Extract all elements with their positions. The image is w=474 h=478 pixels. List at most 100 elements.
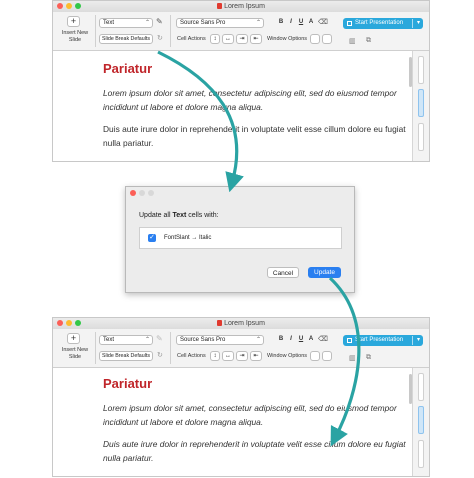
- font-select-value: Source Sans Pro: [180, 20, 226, 26]
- cell-action-move-button[interactable]: ↕: [210, 351, 220, 361]
- style-select-value: Text: [103, 20, 115, 26]
- toolbar-divider: [170, 15, 171, 47]
- italic-button[interactable]: I: [287, 336, 295, 342]
- start-presentation-label: Start Presentation: [355, 337, 404, 343]
- window-title: Lorem Ipsum: [53, 1, 429, 12]
- option-list: ✓ FontSlant → Italic: [139, 227, 342, 249]
- paragraph-1: Lorem ipsum dolor sit amet, consectetur …: [103, 88, 397, 112]
- start-presentation-button[interactable]: Start Presentation ▾: [343, 18, 423, 29]
- font-select[interactable]: Source Sans Pro ⌃: [176, 18, 264, 28]
- cell-action-expand-button[interactable]: ↔: [222, 34, 234, 44]
- chevron-down-icon[interactable]: ▾: [417, 18, 420, 29]
- trash-icon[interactable]: ▥: [349, 37, 356, 45]
- dialog-title: Update all Text cells with:: [139, 212, 219, 219]
- slide-break-defaults-button[interactable]: Slide Break Defaults: [99, 351, 153, 361]
- insert-slide-button[interactable]: +: [67, 333, 80, 344]
- document-icon: [217, 3, 223, 9]
- start-presentation-label: Start Presentation: [355, 20, 404, 26]
- style-select[interactable]: Text ⌃: [99, 18, 153, 28]
- slide-sidebar: [412, 368, 429, 476]
- update-button[interactable]: Update: [308, 267, 341, 278]
- slide-thumb-active[interactable]: [418, 89, 424, 117]
- presentation-icon: [347, 338, 352, 343]
- fade-overlay: [53, 460, 429, 476]
- heading: Pariatur: [103, 376, 153, 391]
- chevron-down-icon[interactable]: ▾: [417, 335, 420, 346]
- font-color-button[interactable]: A: [307, 19, 315, 25]
- cell-action-move-button[interactable]: ↕: [210, 34, 220, 44]
- duplicate-icon[interactable]: ⧉: [366, 37, 371, 45]
- toolbar: + Insert New Slide Text ⌃ ✎ Slide Break D…: [53, 329, 429, 368]
- toolbar-divider: [170, 332, 171, 364]
- refresh-icon[interactable]: ↻: [157, 34, 163, 42]
- cell-action-split-button[interactable]: ⇤: [250, 351, 262, 361]
- slide-thumb[interactable]: [418, 440, 424, 468]
- fontslant-checkbox[interactable]: ✓: [148, 234, 156, 242]
- dialog-title-bold: Text: [172, 212, 187, 219]
- paragraph-1: Lorem ipsum dolor sit amet, consectetur …: [103, 403, 397, 427]
- zoom-dialog-button: [148, 190, 154, 196]
- style-select-value: Text: [103, 337, 115, 343]
- bold-button[interactable]: B: [277, 19, 285, 25]
- refresh-icon[interactable]: ↻: [157, 351, 163, 359]
- window-options-button-1[interactable]: [310, 351, 320, 361]
- paint-brush-icon[interactable]: ✎: [156, 334, 163, 343]
- slide-break-defaults-button[interactable]: Slide Break Defaults: [99, 34, 153, 44]
- button-divider: [412, 336, 413, 345]
- button-divider: [412, 19, 413, 28]
- minimize-dialog-button: [139, 190, 145, 196]
- close-dialog-button[interactable]: [130, 190, 136, 196]
- font-select[interactable]: Source Sans Pro ⌃: [176, 335, 264, 345]
- slide-thumb-active[interactable]: [418, 406, 424, 434]
- slide-thumb[interactable]: [418, 123, 424, 151]
- presentation-icon: [347, 21, 352, 26]
- window-options-label: Window Options: [267, 36, 308, 42]
- insert-slide-label: Insert New Slide: [61, 347, 89, 360]
- font-select-value: Source Sans Pro: [180, 337, 226, 343]
- window-title: Lorem Ipsum: [53, 318, 429, 329]
- cell-action-expand-button[interactable]: ↔: [222, 351, 234, 361]
- style-select[interactable]: Text ⌃: [99, 335, 153, 345]
- toolbar: + Insert New Slide Text ⌃ ✎ Slide Break D…: [53, 12, 429, 51]
- cancel-button[interactable]: Cancel: [267, 267, 299, 278]
- cell-action-merge-button[interactable]: ⇥: [236, 34, 248, 44]
- cell-action-split-button[interactable]: ⇤: [250, 34, 262, 44]
- font-color-button[interactable]: A: [307, 336, 315, 342]
- window-options-button-2[interactable]: [322, 34, 332, 44]
- eraser-icon[interactable]: ⌫: [318, 18, 328, 26]
- slide-thumb[interactable]: [418, 373, 424, 401]
- cell-actions-label: Cell Actions: [177, 353, 206, 359]
- update-cells-dialog: Update all Text cells with: ✓ FontSlant …: [125, 186, 355, 293]
- toolbar-divider: [95, 332, 96, 364]
- cell-action-merge-button[interactable]: ⇥: [236, 351, 248, 361]
- window-before: Lorem Ipsum + Insert New Slide Text ⌃ ✎ S…: [52, 0, 430, 162]
- window-options-button-1[interactable]: [310, 34, 320, 44]
- chevron-updown-icon: ⌃: [144, 20, 150, 26]
- eraser-icon[interactable]: ⌫: [318, 335, 328, 343]
- paint-brush-icon[interactable]: ✎: [156, 17, 163, 26]
- document-icon: [217, 320, 223, 326]
- underline-button[interactable]: U: [297, 336, 305, 342]
- cell-actions-label: Cell Actions: [177, 36, 206, 42]
- italic-button[interactable]: I: [287, 19, 295, 25]
- heading: Pariatur: [103, 61, 153, 76]
- toolbar-divider: [95, 15, 96, 47]
- insert-slide-label: Insert New Slide: [61, 30, 89, 43]
- duplicate-icon[interactable]: ⧉: [366, 354, 371, 362]
- window-options-button-2[interactable]: [322, 351, 332, 361]
- chevron-updown-icon: ⌃: [255, 337, 261, 343]
- window-options-label: Window Options: [267, 353, 308, 359]
- document-area: Pariatur Lorem ipsum dolor sit amet, con…: [53, 51, 429, 161]
- trash-icon[interactable]: ▥: [349, 354, 356, 362]
- slide-sidebar: [412, 51, 429, 161]
- insert-slide-button[interactable]: +: [67, 16, 80, 27]
- plus-icon: +: [70, 16, 77, 26]
- fade-overlay: [53, 145, 429, 161]
- dialog-title-suffix: cells with:: [186, 212, 219, 219]
- slide-thumb[interactable]: [418, 56, 424, 84]
- bold-button[interactable]: B: [277, 336, 285, 342]
- start-presentation-button[interactable]: Start Presentation ▾: [343, 335, 423, 346]
- window-after: Lorem Ipsum + Insert New Slide Text ⌃ ✎ S…: [52, 317, 430, 477]
- plus-icon: +: [70, 333, 77, 343]
- underline-button[interactable]: U: [297, 19, 305, 25]
